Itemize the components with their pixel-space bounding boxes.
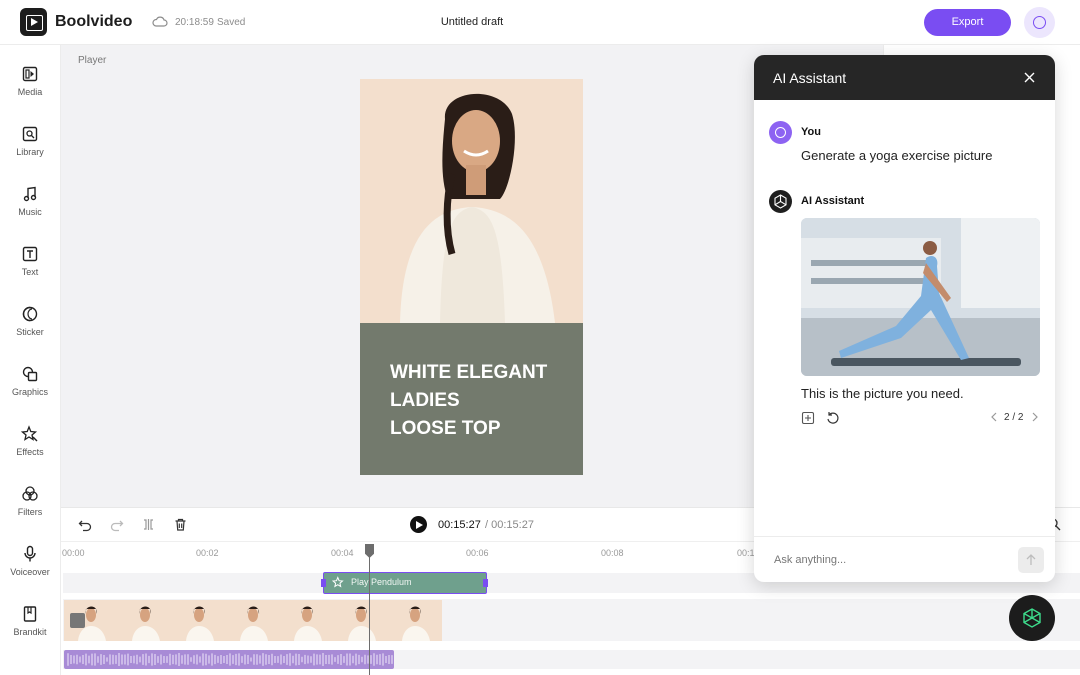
arrow-up-icon [1026,554,1036,565]
ruler-label: 00:1 [737,548,755,558]
music-icon [23,186,37,202]
sidebar-item-label: Sticker [16,327,44,337]
video-thumbnail [172,600,226,641]
user-avatar[interactable] [1024,7,1055,38]
ai-panel-title: AI Assistant [773,70,847,86]
sidebar-item-brandkit[interactable]: Brandkit [0,605,60,661]
chevron-left-icon[interactable] [990,412,998,422]
sidebar-item-sticker[interactable]: Sticker [0,305,60,361]
ruler-label: 00:08 [601,548,624,558]
effects-icon [21,425,38,442]
sidebar-item-voiceover[interactable]: Voiceover [0,545,60,601]
graphics-icon [22,366,38,382]
effects-icon [332,576,344,588]
voiceover-icon [24,545,36,562]
caption-line: LOOSE TOP [390,418,501,439]
message-text: Generate a yoga exercise picture [801,148,993,163]
sidebar-item-effects[interactable]: Effects [0,425,60,481]
ruler-label: 00:00 [62,548,85,558]
sidebar-item-label: Text [21,267,39,277]
sidebar-item-label: Library [16,147,44,157]
waveform [67,653,393,666]
sidebar-item-label: Brandkit [13,627,47,637]
sidebar-item-graphics[interactable]: Graphics [0,365,60,421]
caption-line: LADIES [390,390,460,411]
video-thumbnail [388,600,442,641]
delete-icon[interactable] [173,517,188,532]
sidebar-item-label: Media [17,87,43,97]
sidebar-item-library[interactable]: Library [0,125,60,181]
sidebar-item-text[interactable]: Text [0,245,60,301]
ai-prompt-input[interactable] [774,549,994,571]
ruler-label: 00:02 [196,548,219,558]
ruler-label: 00:04 [331,548,354,558]
current-time: 00:15:27 [438,519,481,531]
video-thumbnail [280,600,334,641]
preview-text-panel: WHITE ELEGANT LADIES LOOSE TOP [360,323,583,475]
playhead[interactable] [369,544,370,675]
sticker-icon [22,306,38,322]
video-clip[interactable] [64,600,442,641]
sidebar-item-label: Music [18,207,42,217]
text-icon [22,246,38,262]
sidebar: Media Library Music Text Sticker Graphic… [0,45,61,675]
ai-logo-icon [1023,608,1041,628]
player-label: Player [78,55,107,66]
generated-image[interactable] [801,218,1040,376]
user-avatar [769,121,792,144]
clip-trim-handle[interactable] [483,579,488,587]
split-icon[interactable] [141,517,156,532]
mute-icon[interactable] [70,613,85,628]
ai-assistant-button[interactable] [1009,595,1055,641]
preview-photo [360,79,583,323]
video-thumbnail [226,600,280,641]
clip-trim-handle[interactable] [321,579,326,587]
redo-icon[interactable] [109,517,124,532]
undo-icon[interactable] [78,517,93,532]
sidebar-item-label: Filters [17,507,43,517]
message-author: You [801,126,821,138]
caption-line: WHITE ELEGANT [390,362,548,383]
video-preview[interactable]: WHITE ELEGANT LADIES LOOSE TOP [360,79,583,475]
ai-logo-icon [774,194,787,209]
video-thumbnail [118,600,172,641]
sidebar-item-filters[interactable]: Filters [0,485,60,541]
brandkit-icon [23,606,37,622]
top-bar: Boolvideo 20:18:59 Saved Untitled draft … [0,0,1080,45]
preview-caption[interactable]: WHITE ELEGANT LADIES LOOSE TOP [390,359,575,443]
total-time: / 00:15:27 [485,519,534,531]
ai-input-bar [754,536,1055,582]
library-icon [22,126,38,142]
send-button[interactable] [1018,547,1044,573]
video-thumbnail [334,600,388,641]
effect-clip-label: Play Pendulum [351,577,412,587]
sidebar-item-label: Voiceover [10,567,50,577]
play-button[interactable] [410,516,427,533]
filters-icon [22,486,38,501]
draft-title[interactable]: Untitled draft [0,16,944,28]
audio-clip[interactable] [64,650,394,669]
chevron-right-icon[interactable] [1031,412,1039,422]
effect-clip[interactable]: Play Pendulum [321,572,488,594]
sidebar-item-media[interactable]: Media [0,65,60,121]
ai-panel-header: AI Assistant [754,55,1055,100]
message-text: This is the picture you need. [801,386,964,401]
sidebar-item-label: Effects [16,447,44,457]
ruler-label: 00:06 [466,548,489,558]
message-author: AI Assistant [801,195,865,207]
close-icon[interactable] [1021,69,1038,86]
sidebar-item-label: Graphics [11,387,48,397]
regenerate-icon[interactable] [826,411,840,425]
add-to-canvas-icon[interactable] [801,411,815,425]
image-pager: 2 / 2 [1004,412,1024,423]
export-button[interactable]: Export [924,9,1011,36]
ai-assistant-panel: AI Assistant You Generate a yoga exercis… [754,55,1055,582]
ai-avatar [769,190,792,213]
sidebar-item-music[interactable]: Music [0,185,60,241]
media-icon [22,66,38,82]
